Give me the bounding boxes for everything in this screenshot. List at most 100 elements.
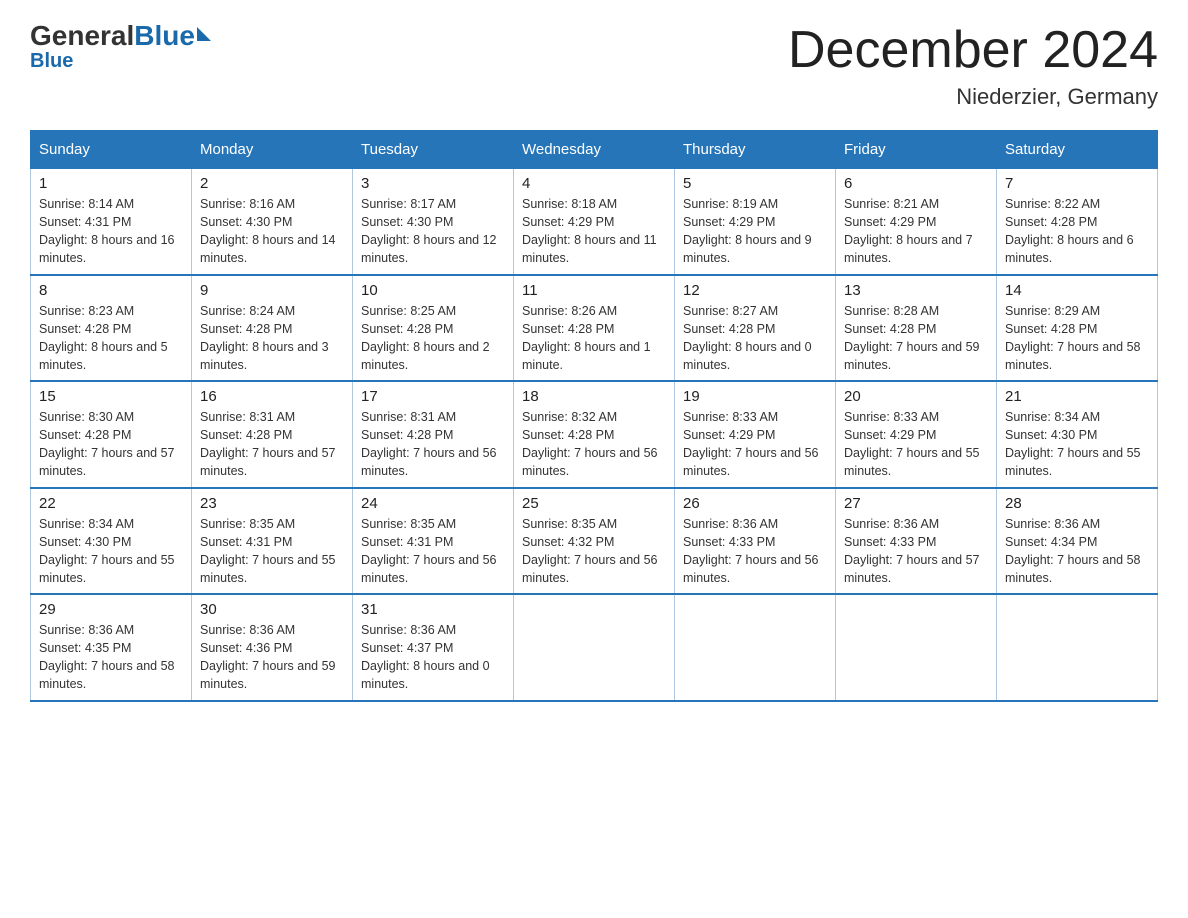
weekday-header-thursday: Thursday [675,131,836,169]
day-number: 5 [683,175,827,192]
day-number: 3 [361,175,505,192]
day-info: Sunrise: 8:22 AMSunset: 4:28 PMDaylight:… [1005,195,1149,268]
day-number: 29 [39,601,183,618]
calendar-cell: 18 Sunrise: 8:32 AMSunset: 4:28 PMDaylig… [514,381,675,488]
day-number: 11 [522,282,666,299]
day-number: 7 [1005,175,1149,192]
logo-blue-text: Blue [134,20,195,52]
day-number: 12 [683,282,827,299]
day-number: 14 [1005,282,1149,299]
day-info: Sunrise: 8:23 AMSunset: 4:28 PMDaylight:… [39,302,183,375]
day-info: Sunrise: 8:19 AMSunset: 4:29 PMDaylight:… [683,195,827,268]
calendar-cell: 5 Sunrise: 8:19 AMSunset: 4:29 PMDayligh… [675,169,836,275]
page-header: General Blue Blue December 2024 Niederzi… [30,20,1158,110]
day-number: 27 [844,495,988,512]
day-number: 16 [200,388,344,405]
day-info: Sunrise: 8:29 AMSunset: 4:28 PMDaylight:… [1005,302,1149,375]
day-info: Sunrise: 8:36 AMSunset: 4:36 PMDaylight:… [200,621,344,694]
calendar-cell: 30 Sunrise: 8:36 AMSunset: 4:36 PMDaylig… [192,594,353,701]
day-number: 24 [361,495,505,512]
logo: General Blue Blue [30,20,211,73]
day-number: 15 [39,388,183,405]
day-info: Sunrise: 8:28 AMSunset: 4:28 PMDaylight:… [844,302,988,375]
title-section: December 2024 Niederzier, Germany [788,20,1158,110]
day-number: 22 [39,495,183,512]
calendar-cell [997,594,1158,701]
calendar-week-row: 15 Sunrise: 8:30 AMSunset: 4:28 PMDaylig… [31,381,1158,488]
day-number: 18 [522,388,666,405]
calendar-cell: 15 Sunrise: 8:30 AMSunset: 4:28 PMDaylig… [31,381,192,488]
day-info: Sunrise: 8:36 AMSunset: 4:33 PMDaylight:… [844,515,988,588]
day-info: Sunrise: 8:36 AMSunset: 4:37 PMDaylight:… [361,621,505,694]
weekday-header-tuesday: Tuesday [353,131,514,169]
page-location: Niederzier, Germany [788,84,1158,110]
day-info: Sunrise: 8:30 AMSunset: 4:28 PMDaylight:… [39,408,183,481]
day-number: 25 [522,495,666,512]
calendar-cell [836,594,997,701]
day-info: Sunrise: 8:35 AMSunset: 4:31 PMDaylight:… [361,515,505,588]
day-info: Sunrise: 8:31 AMSunset: 4:28 PMDaylight:… [361,408,505,481]
day-info: Sunrise: 8:36 AMSunset: 4:35 PMDaylight:… [39,621,183,694]
calendar-cell: 6 Sunrise: 8:21 AMSunset: 4:29 PMDayligh… [836,169,997,275]
day-info: Sunrise: 8:34 AMSunset: 4:30 PMDaylight:… [1005,408,1149,481]
calendar-cell: 4 Sunrise: 8:18 AMSunset: 4:29 PMDayligh… [514,169,675,275]
calendar-cell: 8 Sunrise: 8:23 AMSunset: 4:28 PMDayligh… [31,275,192,382]
weekday-header-monday: Monday [192,131,353,169]
day-number: 21 [1005,388,1149,405]
calendar-week-row: 22 Sunrise: 8:34 AMSunset: 4:30 PMDaylig… [31,488,1158,595]
day-info: Sunrise: 8:27 AMSunset: 4:28 PMDaylight:… [683,302,827,375]
calendar-cell: 22 Sunrise: 8:34 AMSunset: 4:30 PMDaylig… [31,488,192,595]
day-number: 23 [200,495,344,512]
calendar-week-row: 29 Sunrise: 8:36 AMSunset: 4:35 PMDaylig… [31,594,1158,701]
day-info: Sunrise: 8:31 AMSunset: 4:28 PMDaylight:… [200,408,344,481]
calendar-cell: 10 Sunrise: 8:25 AMSunset: 4:28 PMDaylig… [353,275,514,382]
calendar-cell: 7 Sunrise: 8:22 AMSunset: 4:28 PMDayligh… [997,169,1158,275]
day-info: Sunrise: 8:36 AMSunset: 4:34 PMDaylight:… [1005,515,1149,588]
calendar-cell: 21 Sunrise: 8:34 AMSunset: 4:30 PMDaylig… [997,381,1158,488]
calendar-cell: 19 Sunrise: 8:33 AMSunset: 4:29 PMDaylig… [675,381,836,488]
day-info: Sunrise: 8:14 AMSunset: 4:31 PMDaylight:… [39,195,183,268]
weekday-header-saturday: Saturday [997,131,1158,169]
calendar-cell: 23 Sunrise: 8:35 AMSunset: 4:31 PMDaylig… [192,488,353,595]
day-number: 2 [200,175,344,192]
day-info: Sunrise: 8:35 AMSunset: 4:31 PMDaylight:… [200,515,344,588]
calendar-cell: 14 Sunrise: 8:29 AMSunset: 4:28 PMDaylig… [997,275,1158,382]
calendar-cell: 16 Sunrise: 8:31 AMSunset: 4:28 PMDaylig… [192,381,353,488]
day-number: 9 [200,282,344,299]
calendar-cell [675,594,836,701]
day-info: Sunrise: 8:18 AMSunset: 4:29 PMDaylight:… [522,195,666,268]
logo-general: General [30,20,134,52]
day-info: Sunrise: 8:26 AMSunset: 4:28 PMDaylight:… [522,302,666,375]
calendar-cell: 24 Sunrise: 8:35 AMSunset: 4:31 PMDaylig… [353,488,514,595]
day-info: Sunrise: 8:16 AMSunset: 4:30 PMDaylight:… [200,195,344,268]
day-info: Sunrise: 8:21 AMSunset: 4:29 PMDaylight:… [844,195,988,268]
day-number: 8 [39,282,183,299]
calendar-cell: 17 Sunrise: 8:31 AMSunset: 4:28 PMDaylig… [353,381,514,488]
day-info: Sunrise: 8:32 AMSunset: 4:28 PMDaylight:… [522,408,666,481]
logo-triangle-icon [197,27,211,41]
calendar-cell: 12 Sunrise: 8:27 AMSunset: 4:28 PMDaylig… [675,275,836,382]
weekday-header-sunday: Sunday [31,131,192,169]
weekday-header-row: SundayMondayTuesdayWednesdayThursdayFrid… [31,131,1158,169]
calendar-cell: 25 Sunrise: 8:35 AMSunset: 4:32 PMDaylig… [514,488,675,595]
day-number: 19 [683,388,827,405]
weekday-header-wednesday: Wednesday [514,131,675,169]
calendar-week-row: 1 Sunrise: 8:14 AMSunset: 4:31 PMDayligh… [31,169,1158,275]
day-info: Sunrise: 8:17 AMSunset: 4:30 PMDaylight:… [361,195,505,268]
day-info: Sunrise: 8:36 AMSunset: 4:33 PMDaylight:… [683,515,827,588]
day-number: 1 [39,175,183,192]
day-info: Sunrise: 8:33 AMSunset: 4:29 PMDaylight:… [683,408,827,481]
day-number: 4 [522,175,666,192]
weekday-header-friday: Friday [836,131,997,169]
day-number: 30 [200,601,344,618]
calendar-cell: 26 Sunrise: 8:36 AMSunset: 4:33 PMDaylig… [675,488,836,595]
day-number: 13 [844,282,988,299]
calendar-cell: 2 Sunrise: 8:16 AMSunset: 4:30 PMDayligh… [192,169,353,275]
calendar-cell: 1 Sunrise: 8:14 AMSunset: 4:31 PMDayligh… [31,169,192,275]
day-number: 31 [361,601,505,618]
day-number: 28 [1005,495,1149,512]
day-info: Sunrise: 8:24 AMSunset: 4:28 PMDaylight:… [200,302,344,375]
calendar-cell: 28 Sunrise: 8:36 AMSunset: 4:34 PMDaylig… [997,488,1158,595]
calendar-week-row: 8 Sunrise: 8:23 AMSunset: 4:28 PMDayligh… [31,275,1158,382]
day-info: Sunrise: 8:34 AMSunset: 4:30 PMDaylight:… [39,515,183,588]
